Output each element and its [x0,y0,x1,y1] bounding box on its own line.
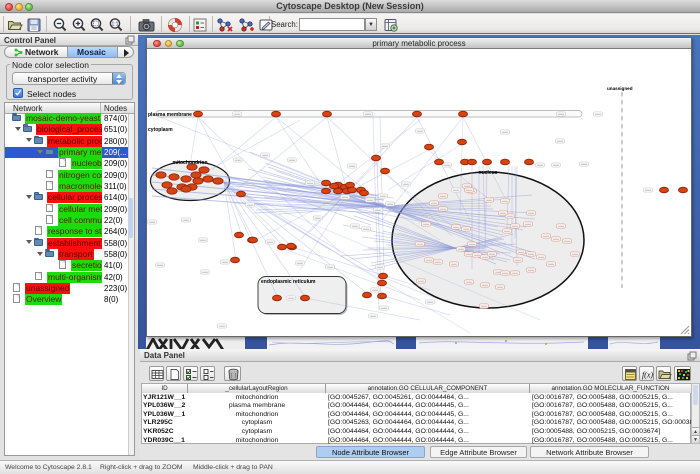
svg-text:unassigned: unassigned [607,86,633,91]
svg-text:plasma membrane: plasma membrane [148,112,192,118]
svg-text:nucleus: nucleus [479,170,498,176]
svg-text:cytoplasm: cytoplasm [148,127,173,133]
svg-text:mitochondrion: mitochondrion [173,160,208,166]
svg-text:1:1: 1:1 [112,22,119,28]
svg-text:f(x): f(x) [642,370,653,379]
svg-text:endoplasmic reticulum: endoplasmic reticulum [261,279,316,285]
